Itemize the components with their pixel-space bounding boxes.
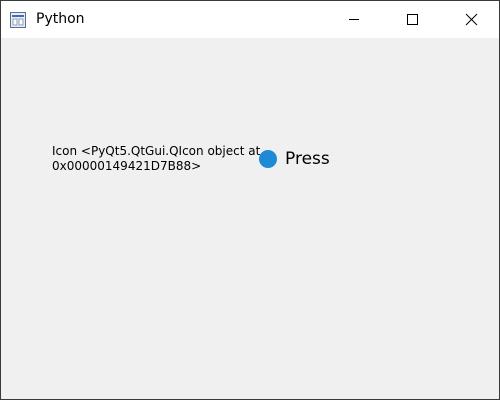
app-icon: [10, 12, 26, 28]
maximize-icon: [407, 14, 418, 25]
title-bar[interactable]: Python: [1, 1, 499, 38]
blue-circle-icon: [259, 150, 277, 168]
minimize-icon: [349, 19, 359, 20]
app-window: Python Icon <PyQt5.QtGui.QIcon object at…: [0, 0, 500, 400]
window-title: Python: [36, 11, 85, 27]
press-button-label: Press: [285, 149, 330, 169]
minimize-button[interactable]: [325, 1, 383, 38]
icon-info-label: Icon <PyQt5.QtGui.QIcon object at 0x0000…: [52, 144, 261, 173]
close-button[interactable]: [441, 1, 499, 38]
press-button[interactable]: Press: [259, 148, 343, 172]
client-area: Icon <PyQt5.QtGui.QIcon object at 0x0000…: [1, 38, 499, 399]
maximize-button[interactable]: [383, 1, 441, 38]
close-icon: [465, 13, 478, 26]
